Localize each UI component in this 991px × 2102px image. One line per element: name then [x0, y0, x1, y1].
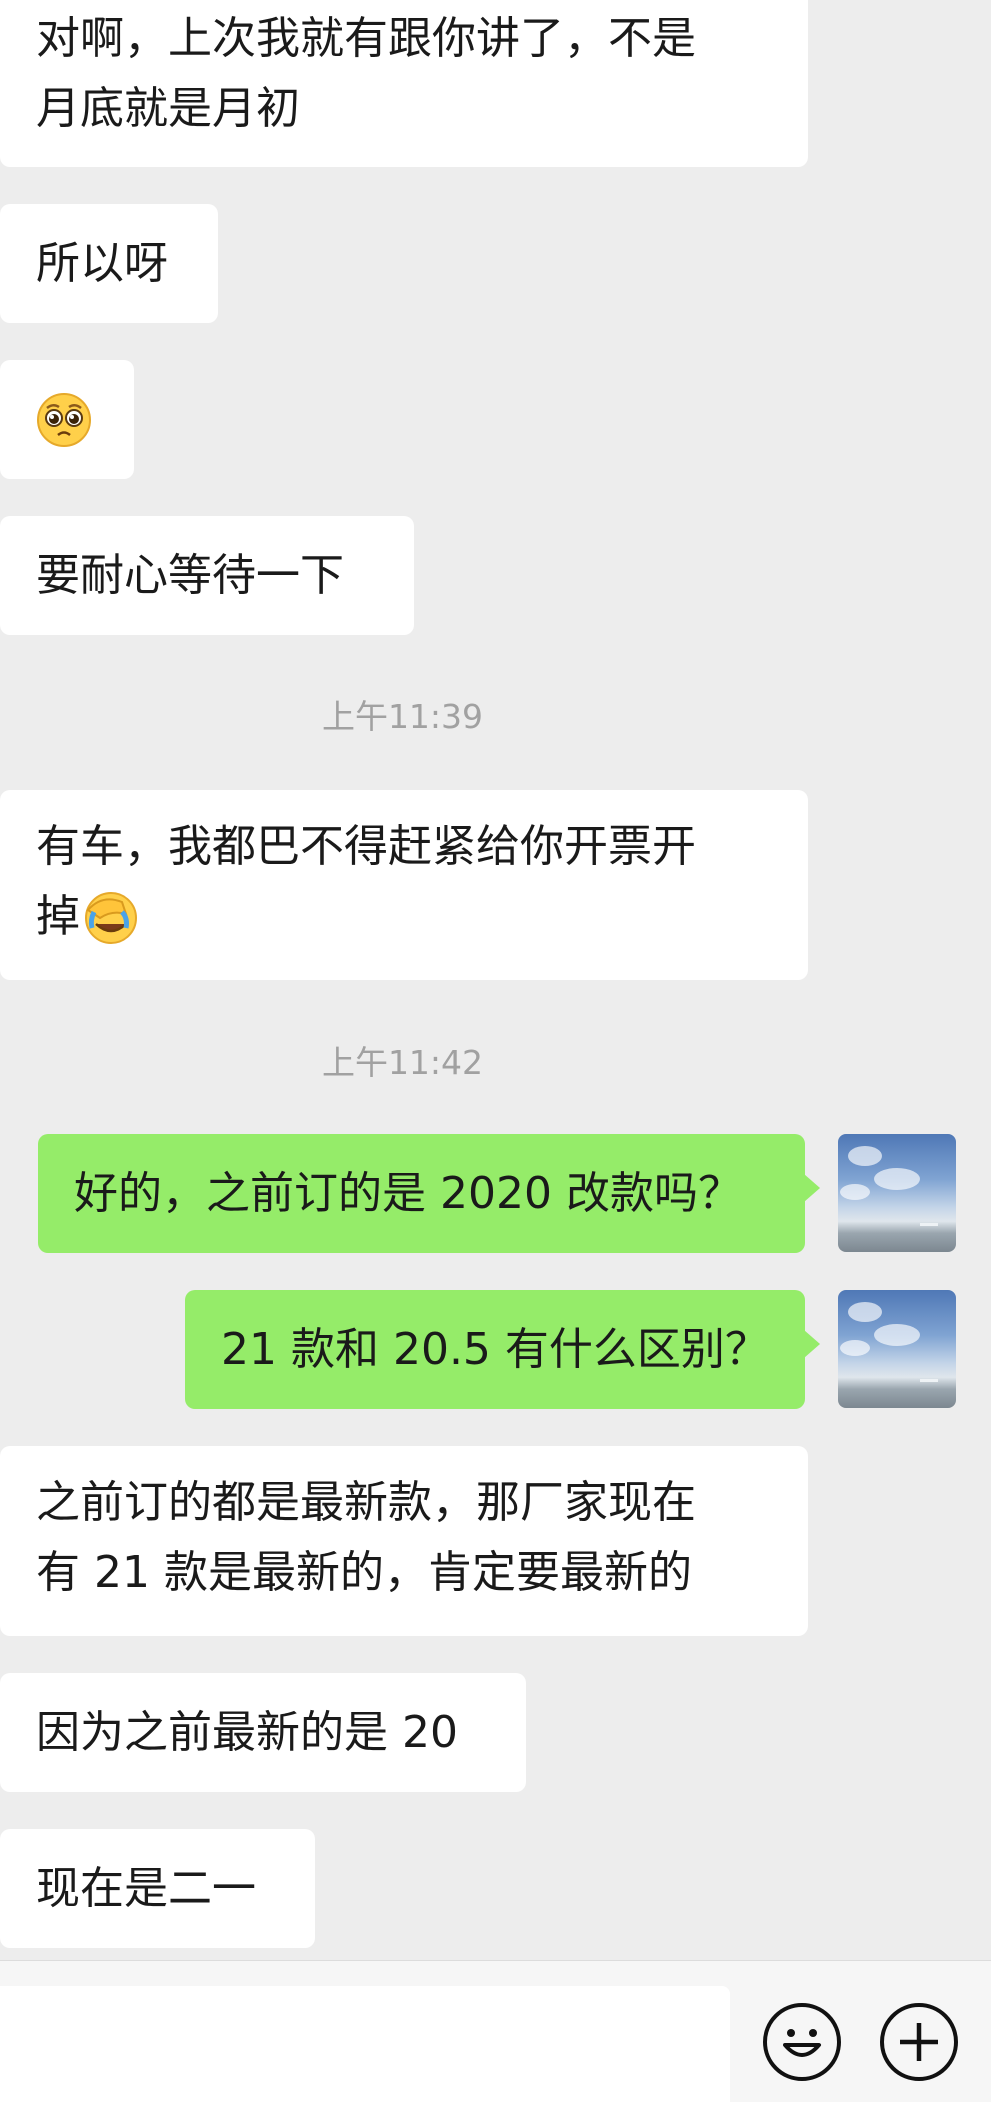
user-avatar[interactable]: [838, 1290, 956, 1408]
message-text-line: 月底就是月初: [36, 83, 300, 134]
message-bubble-incoming[interactable]: 因为之前最新的是 20: [0, 1673, 526, 1792]
emoji-smile-icon[interactable]: [763, 2003, 841, 2081]
facepalm-emoji: [82, 888, 140, 946]
message-text-line: 对啊，上次我就有跟你讲了，不是: [36, 13, 696, 64]
chat-input-bar: [0, 1960, 991, 2102]
message-bubble-outgoing[interactable]: 21 款和 20.5 有什么区别？: [185, 1290, 820, 1409]
plus-circle-icon[interactable]: [880, 2003, 958, 2081]
message-bubble-incoming[interactable]: 要耐心等待一下: [0, 516, 414, 635]
message-bubble-incoming[interactable]: [0, 360, 134, 479]
message-bubble-incoming[interactable]: 有车，我都巴不得赶紧给你开票开 掉: [0, 790, 808, 980]
message-text: 21 款和 20.5 有什么区别？: [221, 1323, 769, 1375]
message-bubble-incoming[interactable]: 现在是二一: [0, 1829, 315, 1948]
message-text: 要耐心等待一下: [36, 549, 344, 601]
pleading-face-emoji: [36, 392, 92, 448]
message-bubble-outgoing[interactable]: 好的，之前订的是 2020 改款吗？: [38, 1134, 820, 1253]
message-bubble-incoming[interactable]: 所以呀: [0, 204, 218, 323]
user-avatar[interactable]: [838, 1134, 956, 1252]
message-text-line: 有车，我都巴不得赶紧给你开票开: [36, 821, 696, 872]
message-input[interactable]: [0, 1986, 730, 2102]
message-bubble-incoming[interactable]: 对啊，上次我就有跟你讲了，不是 月底就是月初: [0, 0, 808, 167]
message-text: 因为之前最新的是 20: [36, 1706, 458, 1758]
message-text-line: 有 21 款是最新的，肯定要最新的: [36, 1547, 692, 1598]
message-bubble-incoming[interactable]: 之前订的都是最新款，那厂家现在 有 21 款是最新的，肯定要最新的: [0, 1446, 808, 1636]
message-text: 所以呀: [36, 237, 168, 289]
message-text: 好的，之前订的是 2020 改款吗？: [74, 1167, 742, 1219]
timestamp: 上午11:39: [321, 697, 484, 736]
message-text-line: 掉: [36, 891, 80, 942]
message-text-line: 之前订的都是最新款，那厂家现在: [36, 1477, 696, 1528]
message-text: 现在是二一: [36, 1862, 256, 1914]
timestamp: 上午11:42: [321, 1043, 484, 1082]
